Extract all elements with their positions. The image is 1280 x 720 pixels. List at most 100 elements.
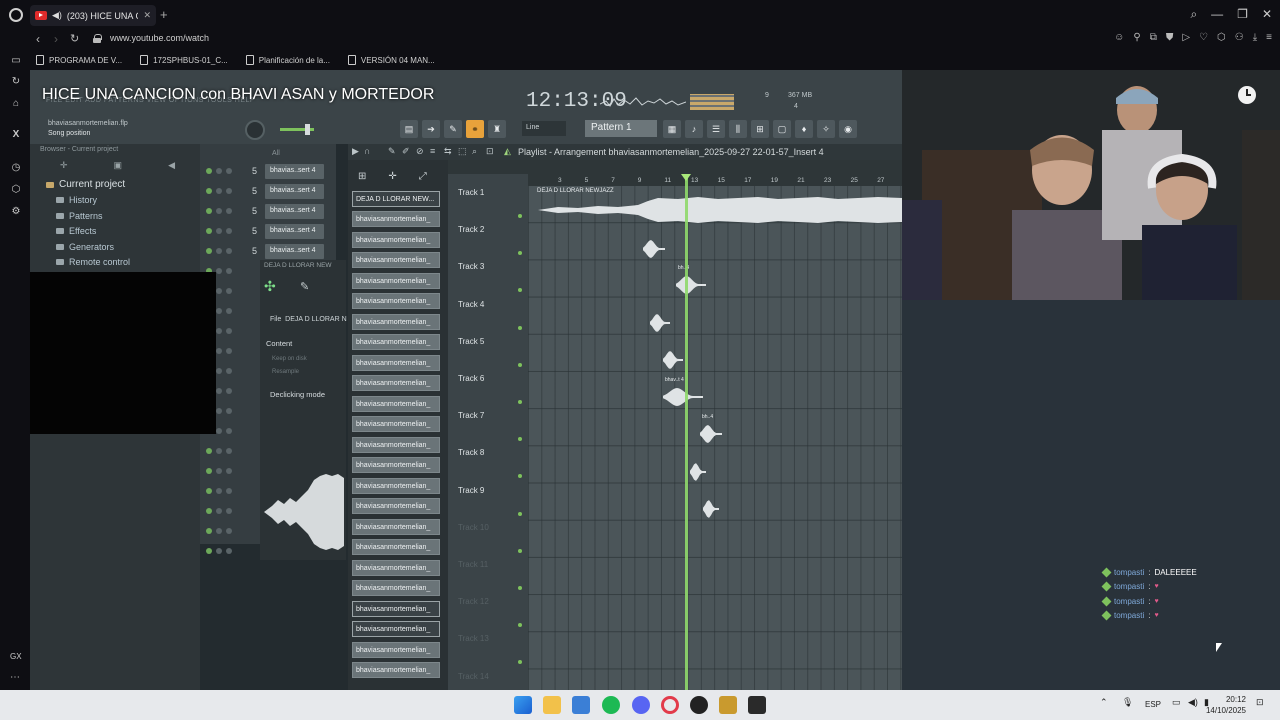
volume-knob[interactable] — [226, 248, 232, 254]
bookmark-item[interactable]: PROGRAMA DE V... — [36, 55, 122, 65]
keyboard-icon[interactable]: ▤ — [400, 120, 418, 138]
browser-item[interactable]: History — [46, 193, 130, 209]
declick-mode[interactable]: Declicking mode — [270, 390, 325, 399]
solo-led[interactable] — [216, 448, 222, 454]
playback-icon[interactable]: ⊡ — [486, 146, 494, 157]
extensions-icon[interactable]: ⬡ — [10, 184, 22, 195]
track-name[interactable]: Track 3 — [458, 262, 484, 271]
notification-icon[interactable]: ⊡ — [1256, 697, 1264, 708]
mixer-icon[interactable]: ⫼ — [729, 120, 747, 138]
download-icon[interactable]: ⤓ — [1253, 32, 1257, 43]
audio-clip[interactable] — [690, 459, 706, 486]
solo-led[interactable] — [216, 168, 222, 174]
arrow-icon[interactable]: ➔ — [422, 120, 440, 138]
track-name[interactable]: Track 9 — [458, 486, 484, 495]
chat-username[interactable]: tompasti — [1114, 611, 1144, 620]
mute-led[interactable] — [206, 548, 212, 554]
picker-item[interactable]: bhaviasanmortemelian_ — [352, 477, 440, 494]
track-led[interactable] — [518, 362, 522, 367]
piano-roll-icon[interactable]: ♪ — [685, 120, 703, 138]
folder-icon[interactable]: ▣ — [114, 160, 123, 171]
windows-start-icon[interactable] — [514, 696, 532, 714]
snapshot-icon[interactable]: ⧉ — [1150, 32, 1157, 43]
solo-led[interactable] — [216, 288, 222, 294]
picker-item[interactable]: bhaviasanmortemelian_ — [352, 231, 440, 248]
browser-item[interactable]: Remote control — [46, 255, 130, 271]
keep-on-disk-option[interactable]: Keep on disk — [272, 356, 307, 362]
solo-led[interactable] — [216, 388, 222, 394]
picker-item[interactable]: bhaviasanmortemelian_ — [352, 416, 440, 432]
volume-knob[interactable] — [226, 168, 232, 174]
minimize-button[interactable]: — — [1211, 7, 1223, 22]
browser-item[interactable]: Generators — [46, 239, 130, 255]
picker-item[interactable]: bhaviasanmortemelian_ — [352, 293, 440, 309]
mute-led[interactable] — [206, 208, 212, 214]
tempo-icon[interactable]: ♦ — [795, 120, 813, 138]
x-icon[interactable]: X — [10, 129, 22, 140]
channel-button[interactable]: bhavias..sert 4 — [265, 164, 324, 179]
gx-control-icon[interactable]: ↻ — [10, 76, 22, 87]
solo-led[interactable] — [216, 228, 222, 234]
picker-item[interactable]: bhaviasanmortemelian_ — [352, 559, 440, 576]
grid-icon[interactable]: ⊞ — [358, 171, 366, 182]
slip-icon[interactable]: ⇆ — [444, 146, 452, 157]
play-icon[interactable]: ▷ — [1182, 32, 1190, 43]
channel-button[interactable]: bhavias..sert 4 — [265, 224, 324, 239]
mute-led[interactable] — [206, 168, 212, 174]
mute-led[interactable] — [206, 448, 212, 454]
channel-rack-icon[interactable]: ☰ — [707, 120, 725, 138]
picker-item[interactable]: bhaviasanmortemelian_ — [352, 641, 440, 658]
browser-item[interactable]: Patterns — [46, 208, 130, 224]
solo-led[interactable] — [216, 468, 222, 474]
volume-knob[interactable] — [226, 548, 232, 554]
restore-button[interactable]: ❐ — [1237, 7, 1248, 22]
speaker-icon[interactable]: ◀ — [168, 160, 175, 171]
volume-knob[interactable] — [226, 428, 232, 434]
pencil-icon[interactable]: ✎ — [388, 146, 396, 157]
track-name[interactable]: Track 6 — [458, 374, 484, 383]
picker-item[interactable]: bhaviasanmortemelian_ — [352, 272, 440, 289]
pin-icon[interactable]: ⚲ — [1133, 32, 1140, 43]
discord-icon[interactable] — [632, 696, 650, 714]
solo-led[interactable] — [216, 488, 222, 494]
epic-games-icon[interactable] — [748, 696, 766, 714]
mute-led[interactable] — [206, 488, 212, 494]
track-name[interactable]: Track 7 — [458, 411, 484, 420]
picker-item[interactable]: bhaviasanmortemelian_ — [352, 354, 440, 371]
volume-knob[interactable] — [226, 528, 232, 534]
close-tab-icon[interactable]: ✕ — [143, 10, 156, 21]
url-field[interactable]: www.youtube.com/watch — [110, 33, 209, 43]
solo-led[interactable] — [216, 368, 222, 374]
volume-knob[interactable] — [226, 228, 232, 234]
solo-led[interactable] — [216, 188, 222, 194]
track-name[interactable]: Track 14 — [458, 672, 489, 681]
picker-item[interactable]: bhaviasanmortemelian_ — [352, 313, 440, 330]
volume-knob[interactable] — [226, 468, 232, 474]
solo-led[interactable] — [216, 308, 222, 314]
speaker-icon[interactable]: ◀) — [52, 10, 62, 21]
picker-item[interactable]: bhaviasanmortemelian_ — [352, 662, 440, 678]
wrench-icon[interactable]: ✧ — [817, 120, 835, 138]
track-led[interactable] — [518, 437, 522, 442]
close-button[interactable]: ✕ — [1262, 7, 1272, 22]
history-icon[interactable]: ◷ — [10, 162, 22, 173]
channel-row[interactable]: 5 bhavias..sert 4 — [200, 223, 336, 241]
watch-later-icon[interactable] — [1238, 86, 1256, 104]
track-led[interactable] — [518, 251, 522, 256]
shield-icon[interactable]: ⛊ — [1166, 32, 1174, 43]
slider-thumb[interactable] — [305, 124, 310, 135]
volume-knob[interactable] — [226, 388, 232, 394]
mute-led[interactable] — [206, 248, 212, 254]
volume-knob[interactable] — [226, 328, 232, 334]
audio-clip[interactable] — [650, 310, 670, 337]
solo-led[interactable] — [216, 268, 222, 274]
audio-clip[interactable] — [676, 272, 706, 299]
reload-icon[interactable]: ↻ — [70, 32, 79, 45]
video-player[interactable]: FILE EDIT ADD PATTERNS VIEW OPTIONS TOOL… — [30, 70, 1280, 690]
network-icon[interactable]: ▭ — [1172, 697, 1181, 708]
mute-led[interactable] — [206, 468, 212, 474]
track-led[interactable] — [518, 586, 522, 590]
picker-item[interactable]: bhaviasanmortemelian_ — [352, 457, 440, 473]
mute-tool-icon[interactable]: ≡ — [430, 146, 435, 156]
solo-led[interactable] — [216, 348, 222, 354]
